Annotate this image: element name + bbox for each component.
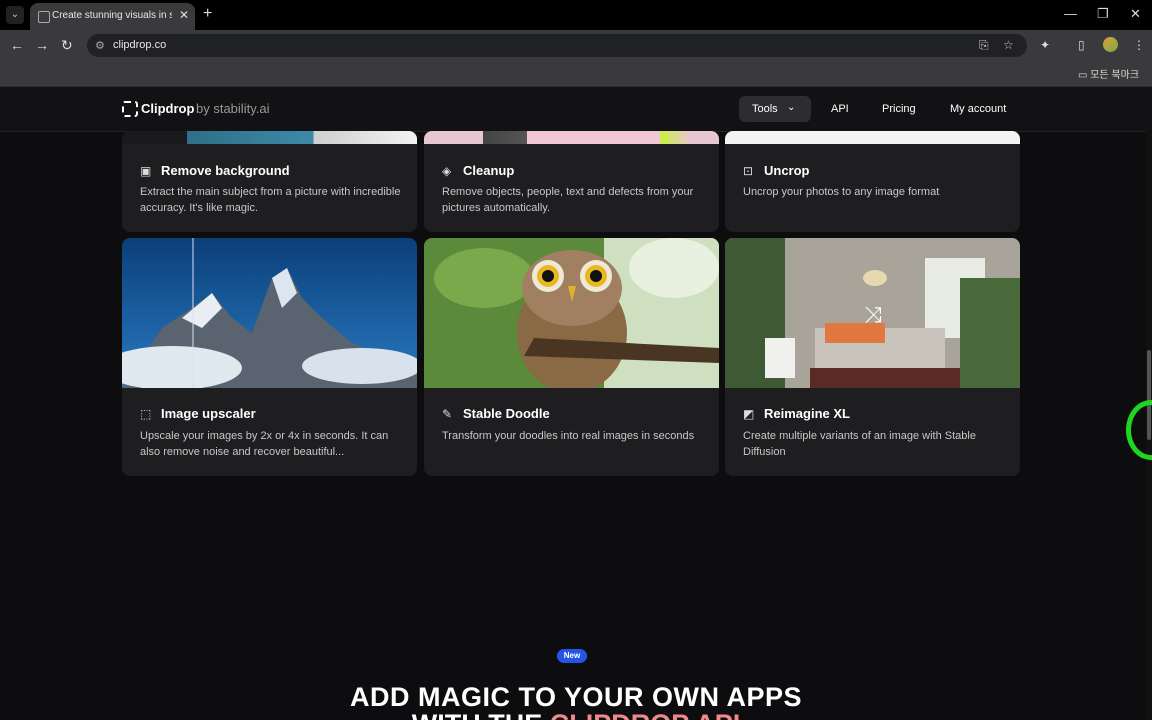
card-title-row: ◩ Reimagine XL xyxy=(743,406,850,421)
magic-wand-icon: ✎ xyxy=(442,407,453,421)
promo-headline-prefix: WITH THE xyxy=(412,710,550,720)
new-badge: New xyxy=(557,649,587,663)
extensions-icon[interactable]: ✦ xyxy=(1040,38,1050,52)
nav-my-account[interactable]: My account xyxy=(950,103,1006,115)
card-title: Stable Doodle xyxy=(463,406,550,421)
brand-name[interactable]: Clipdrop xyxy=(141,101,194,116)
card-stable-doodle[interactable]: ✎ Stable Doodle Transform your doodles in… xyxy=(424,238,719,476)
mountain-image xyxy=(122,238,417,390)
nav-api[interactable]: API xyxy=(831,103,849,115)
profile-avatar[interactable] xyxy=(1103,37,1118,52)
remove-background-icon: ▣ xyxy=(140,164,152,178)
card-image xyxy=(725,131,1020,144)
promo-headline-secondary: WITH THE CLIPDROP API xyxy=(0,710,1152,720)
card-reimagine-xl[interactable]: ⤨ ◩ Reimagine XL Create multiple variants… xyxy=(725,238,1020,476)
brand-by: by stability.ai xyxy=(196,101,270,116)
svg-text:⤨: ⤨ xyxy=(864,303,882,328)
uncrop-icon: ⊡ xyxy=(743,164,754,178)
forward-icon[interactable]: → xyxy=(35,37,49,53)
card-image-upscaler[interactable]: ⬚ Image upscaler Upscale your images by 2… xyxy=(122,238,417,476)
card-title-row: ⬚ Image upscaler xyxy=(140,406,256,421)
card-description: Upscale your images by 2x or 4x in secon… xyxy=(140,430,389,458)
all-bookmarks-label: 모든 북마크 xyxy=(1090,70,1140,81)
card-title-row: ▣ Remove background xyxy=(140,163,290,178)
image-icon: ◩ xyxy=(743,407,755,421)
card-image xyxy=(424,238,719,393)
promo-headline: ADD MAGIC TO YOUR OWN APPS xyxy=(349,682,803,712)
browser-tab-bar: ⌄ Create stunning visuals in seconds ✕ +… xyxy=(0,0,1152,30)
tab-list-icon[interactable]: ⌄ xyxy=(6,6,24,24)
bedroom-image: ⤨ xyxy=(725,238,1020,388)
card-remove-background[interactable]: ▣ Remove background Extract the main subj… xyxy=(122,131,417,232)
nav-pricing[interactable]: Pricing xyxy=(882,103,916,115)
cursor-highlight-ring xyxy=(1126,400,1152,460)
site-favicon-icon xyxy=(38,11,50,23)
tools-label: Tools xyxy=(752,103,778,115)
all-bookmarks-button[interactable]: ▭ 모든 북마크 xyxy=(1078,66,1139,81)
browser-toolbar: ← → ↻ ⚙ clipdrop.co ⎘ ☆ ✦ ▯ ⋮ xyxy=(0,30,1152,60)
upscale-icon: ⬚ xyxy=(140,407,152,421)
card-title: Image upscaler xyxy=(161,406,256,421)
url-text: clipdrop.co xyxy=(113,39,167,51)
back-icon[interactable]: ← xyxy=(10,37,24,53)
clipdrop-logo-icon[interactable] xyxy=(122,101,138,117)
reload-icon[interactable]: ↻ xyxy=(61,37,73,54)
card-description: Uncrop your photos to any image format xyxy=(743,186,940,198)
card-title: Reimagine XL xyxy=(764,406,850,421)
card-description: Transform your doodles into real images … xyxy=(442,430,695,442)
tools-menu-button[interactable]: Tools ⌄ xyxy=(739,96,811,122)
site-header: Clipdrop by stability.ai Tools ⌄ API Pri… xyxy=(0,87,1152,132)
close-icon[interactable]: ✕ xyxy=(179,8,189,22)
window-close-icon[interactable]: ✕ xyxy=(1130,6,1141,22)
translate-icon[interactable]: ⎘ xyxy=(979,38,989,53)
side-panel-icon[interactable]: ▯ xyxy=(1078,38,1085,52)
card-title: Uncrop xyxy=(764,163,810,178)
card-description: Remove objects, people, text and defects… xyxy=(442,186,694,214)
eraser-icon: ◈ xyxy=(442,164,452,178)
card-image xyxy=(122,131,417,144)
site-info-icon[interactable]: ⚙ xyxy=(95,39,105,52)
promo-headline-accent: CLIPDROP API xyxy=(550,710,741,720)
card-cleanup[interactable]: ◈ Cleanup Remove objects, people, text an… xyxy=(424,131,719,232)
tab-title: Create stunning visuals in seconds xyxy=(52,10,172,21)
card-title: Cleanup xyxy=(463,163,515,178)
bookmarks-bar: ▭ 모든 북마크 xyxy=(0,60,1152,87)
card-title: Remove background xyxy=(161,163,290,178)
card-description: Extract the main subject from a picture … xyxy=(140,186,401,214)
card-title-row: ◈ Cleanup xyxy=(442,163,514,178)
address-bar[interactable]: ⚙ clipdrop.co ⎘ ☆ xyxy=(87,34,1027,57)
restore-icon[interactable]: ❐ xyxy=(1097,6,1109,22)
card-description: Create multiple variants of an image wit… xyxy=(743,430,976,458)
menu-icon[interactable]: ⋮ xyxy=(1133,38,1145,52)
owl-image xyxy=(424,238,719,393)
card-uncrop[interactable]: ⊡ Uncrop Uncrop your photos to any image … xyxy=(725,131,1020,232)
card-image xyxy=(424,131,719,144)
star-icon[interactable]: ☆ xyxy=(1003,38,1014,52)
card-title-row: ✎ Stable Doodle xyxy=(442,406,550,421)
minimize-icon[interactable]: — xyxy=(1064,6,1077,21)
plus-icon[interactable]: + xyxy=(203,5,212,23)
card-title-row: ⊡ Uncrop xyxy=(743,163,810,178)
folder-icon: ▭ xyxy=(1078,70,1088,81)
card-image xyxy=(122,238,417,390)
chevron-down-icon: ⌄ xyxy=(787,102,796,113)
browser-tab[interactable]: Create stunning visuals in seconds ✕ xyxy=(30,3,195,30)
card-image: ⤨ xyxy=(725,238,1020,388)
